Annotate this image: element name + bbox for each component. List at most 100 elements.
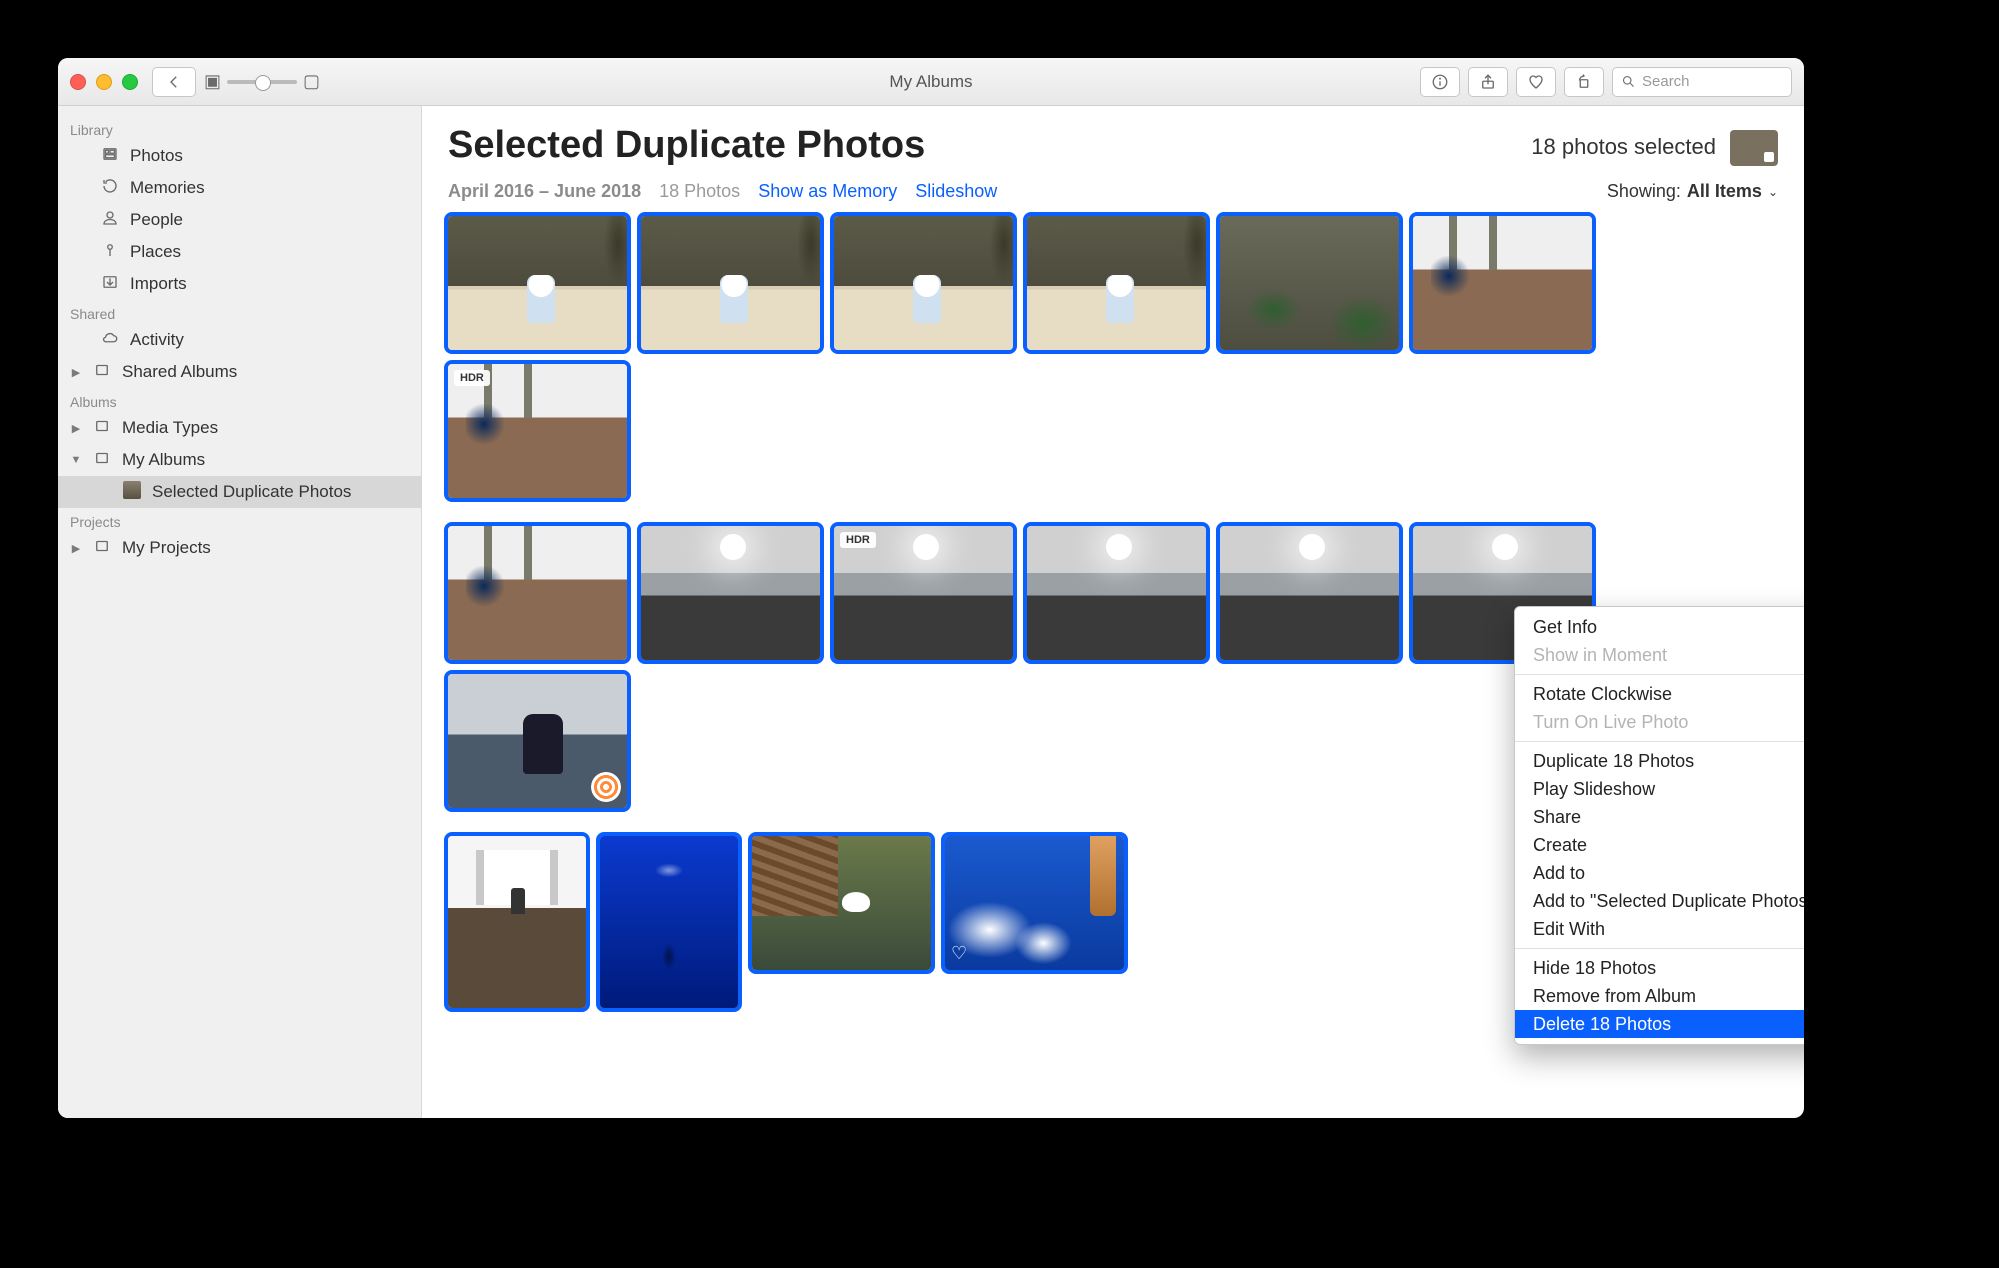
hdr-badge: HDR bbox=[454, 370, 490, 386]
window-controls bbox=[70, 74, 138, 90]
album-icon bbox=[92, 537, 112, 560]
photo-thumbnail[interactable] bbox=[600, 836, 738, 1008]
photo-thumbnail[interactable] bbox=[1220, 526, 1399, 660]
date-range: April 2016 – June 2018 bbox=[448, 181, 641, 202]
menu-item-share[interactable]: Share▶ bbox=[1515, 803, 1804, 831]
rotate-button[interactable] bbox=[1564, 67, 1604, 97]
close-window-button[interactable] bbox=[70, 74, 86, 90]
showing-filter[interactable]: Showing: All Items ⌄ bbox=[1607, 181, 1778, 202]
disclosure-triangle-icon[interactable]: ▶ bbox=[70, 542, 82, 555]
menu-item-label: Add to bbox=[1533, 863, 1585, 884]
photo-thumbnail[interactable] bbox=[1027, 526, 1206, 660]
menu-separator bbox=[1515, 674, 1804, 675]
thumbnail-zoom-slider[interactable] bbox=[227, 80, 297, 84]
photo-thumbnail[interactable] bbox=[448, 836, 586, 1008]
context-menu: Get InfoShow in MomentRotate ClockwiseTu… bbox=[1514, 606, 1804, 1045]
sidebar-item-imports[interactable]: Imports bbox=[58, 268, 421, 300]
show-as-memory-link[interactable]: Show as Memory bbox=[758, 181, 897, 202]
sidebar-section-label: Projects bbox=[58, 508, 421, 532]
sidebar-item-photos[interactable]: Photos bbox=[58, 140, 421, 172]
photo-thumbnail[interactable] bbox=[448, 216, 627, 350]
disclosure-triangle-icon[interactable]: ▶ bbox=[70, 366, 82, 379]
search-field[interactable]: Search bbox=[1612, 67, 1792, 97]
sidebar-item-places[interactable]: Places bbox=[58, 236, 421, 268]
titlebar: ▣ ▢ My Albums Search bbox=[58, 58, 1804, 106]
imports-icon bbox=[100, 273, 120, 296]
favorite-button[interactable] bbox=[1516, 67, 1556, 97]
sidebar-section-label: Shared bbox=[58, 300, 421, 324]
fullscreen-window-button[interactable] bbox=[122, 74, 138, 90]
sidebar-item-activity[interactable]: Activity bbox=[58, 324, 421, 356]
sidebar-item-label: Selected Duplicate Photos bbox=[152, 482, 351, 502]
share-button[interactable] bbox=[1468, 67, 1508, 97]
photo-thumbnail[interactable] bbox=[1413, 216, 1592, 350]
photo-thumbnail[interactable] bbox=[448, 526, 627, 660]
content-area: Selected Duplicate Photos 18 photos sele… bbox=[422, 106, 1804, 1118]
back-button[interactable] bbox=[152, 67, 196, 97]
menu-item-label: Rotate Clockwise bbox=[1533, 684, 1672, 705]
photo-thumbnail[interactable] bbox=[834, 216, 1013, 350]
menu-item-label: Create bbox=[1533, 835, 1587, 856]
photo-thumbnail[interactable]: HDR bbox=[448, 364, 627, 498]
menu-item-label: Show in Moment bbox=[1533, 645, 1667, 666]
album-icon bbox=[92, 449, 112, 472]
sidebar: LibraryPhotosMemoriesPeoplePlacesImports… bbox=[58, 106, 422, 1118]
photo-thumbnail[interactable]: ♡ bbox=[945, 836, 1124, 970]
sidebar-item-label: Media Types bbox=[122, 418, 218, 438]
menu-item-hide-18-photos[interactable]: Hide 18 Photos bbox=[1515, 954, 1804, 982]
menu-item-add-to[interactable]: Add to▶ bbox=[1515, 859, 1804, 887]
places-icon bbox=[100, 241, 120, 264]
app-window: ▣ ▢ My Albums Search LibraryPhotosMemori… bbox=[58, 58, 1804, 1118]
album-icon bbox=[92, 361, 112, 384]
sidebar-item-my-albums[interactable]: ▼My Albums bbox=[58, 444, 421, 476]
sidebar-toggle-icon[interactable]: ▣ bbox=[204, 71, 221, 92]
sidebar-item-people[interactable]: People bbox=[58, 204, 421, 236]
photo-thumbnail[interactable] bbox=[752, 836, 931, 970]
photo-thumbnail[interactable]: HDR bbox=[834, 526, 1013, 660]
album-icon bbox=[92, 417, 112, 440]
menu-item-label: Get Info bbox=[1533, 617, 1597, 638]
info-button[interactable] bbox=[1420, 67, 1460, 97]
menu-item-duplicate-18-photos[interactable]: Duplicate 18 Photos bbox=[1515, 747, 1804, 775]
menu-item-get-info[interactable]: Get Info bbox=[1515, 613, 1804, 641]
sidebar-item-label: Activity bbox=[130, 330, 184, 350]
photo-thumbnail[interactable] bbox=[448, 674, 627, 808]
enclosing-album-thumbnail[interactable] bbox=[1730, 130, 1778, 166]
selection-count: 18 photos selected bbox=[1531, 134, 1716, 160]
disclosure-triangle-icon[interactable]: ▼ bbox=[70, 454, 82, 466]
minimize-window-button[interactable] bbox=[96, 74, 112, 90]
menu-item-delete-18-photos[interactable]: Delete 18 Photos bbox=[1515, 1010, 1804, 1038]
menu-item-label: Add to "Selected Duplicate Photos" bbox=[1533, 891, 1804, 912]
sidebar-item-media-types[interactable]: ▶ Media Types bbox=[58, 412, 421, 444]
sidebar-item-label: Places bbox=[130, 242, 181, 262]
menu-item-add-to-selected-duplicate-photos[interactable]: Add to "Selected Duplicate Photos" bbox=[1515, 887, 1804, 915]
info-icon bbox=[1431, 73, 1449, 91]
search-icon bbox=[1621, 74, 1636, 89]
photo-thumbnail[interactable] bbox=[641, 216, 820, 350]
menu-item-edit-with[interactable]: Edit With▶ bbox=[1515, 915, 1804, 943]
cloud-icon bbox=[100, 329, 120, 352]
menu-separator bbox=[1515, 741, 1804, 742]
menu-item-remove-from-album[interactable]: Remove from Album bbox=[1515, 982, 1804, 1010]
sidebar-item-memories[interactable]: Memories bbox=[58, 172, 421, 204]
memories-icon bbox=[100, 177, 120, 200]
menu-item-play-slideshow[interactable]: Play Slideshow bbox=[1515, 775, 1804, 803]
menu-item-label: Edit With bbox=[1533, 919, 1605, 940]
search-placeholder: Search bbox=[1642, 73, 1690, 90]
sidebar-item-selected-duplicate-photos[interactable]: Selected Duplicate Photos bbox=[58, 476, 421, 508]
sidebar-item-label: Shared Albums bbox=[122, 362, 237, 382]
sidebar-item-label: Photos bbox=[130, 146, 183, 166]
sidebar-item-label: Memories bbox=[130, 178, 205, 198]
sidebar-item-my-projects[interactable]: ▶My Projects bbox=[58, 532, 421, 564]
menu-item-rotate-clockwise[interactable]: Rotate Clockwise bbox=[1515, 680, 1804, 708]
photo-thumbnail[interactable] bbox=[641, 526, 820, 660]
slideshow-link[interactable]: Slideshow bbox=[915, 181, 997, 202]
disclosure-triangle-icon[interactable]: ▶ bbox=[70, 422, 82, 435]
hdr-badge: HDR bbox=[840, 532, 876, 548]
chevron-left-icon bbox=[165, 73, 183, 91]
menu-item-create[interactable]: Create▶ bbox=[1515, 831, 1804, 859]
photo-thumbnail[interactable] bbox=[1027, 216, 1206, 350]
thumbnail-large-icon: ▢ bbox=[303, 71, 320, 92]
photo-thumbnail[interactable] bbox=[1220, 216, 1399, 350]
sidebar-item-shared-albums[interactable]: ▶ Shared Albums bbox=[58, 356, 421, 388]
